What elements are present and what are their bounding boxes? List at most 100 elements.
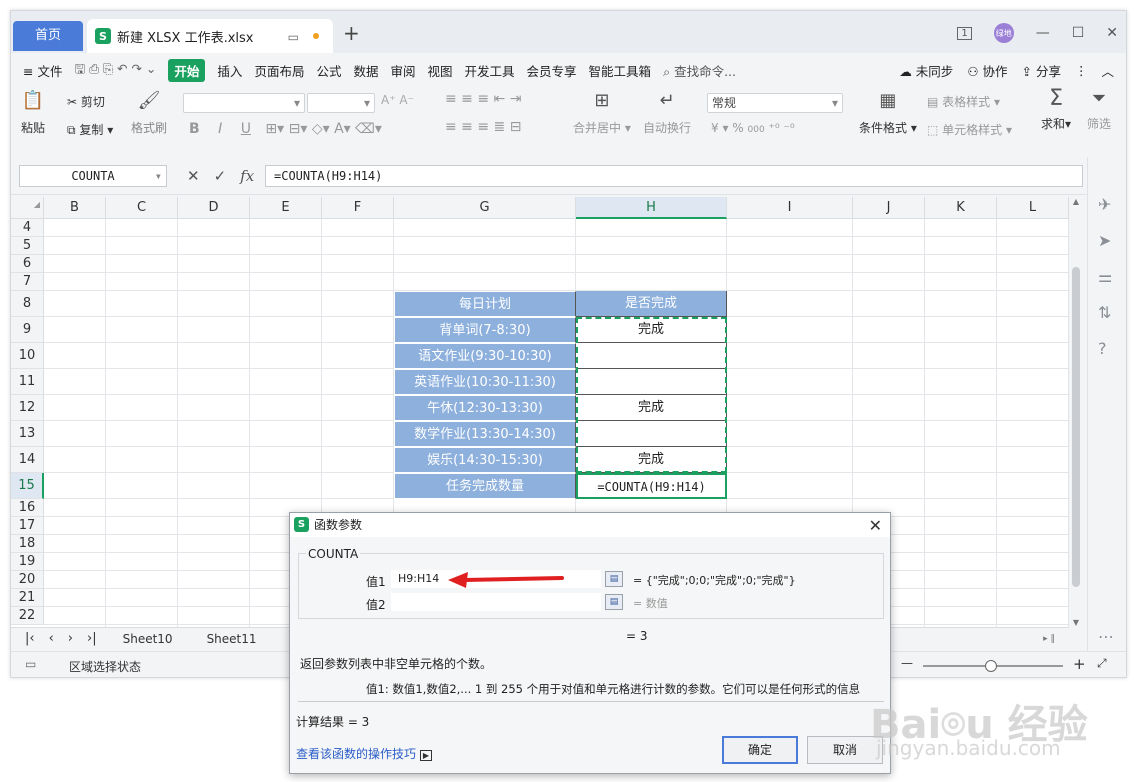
menu-file[interactable]: ≡ 文件 — [23, 61, 62, 80]
sheet-tab-sheet10[interactable]: Sheet10 — [123, 632, 173, 646]
settings-sliders-icon[interactable]: ⚌ — [1098, 267, 1112, 286]
paste-button[interactable]: 📋 粘贴 — [21, 91, 45, 136]
last-sheet-icon[interactable]: ›| — [87, 631, 97, 646]
row-header-21[interactable]: 21 — [11, 589, 44, 607]
sync-button[interactable]: ☁ 未同步 — [899, 61, 953, 80]
cell-g13[interactable]: 数学作业(13:30-14:30) — [394, 421, 576, 447]
hscroll-right-icon[interactable]: ▸ ‖ — [1043, 634, 1055, 644]
zoom-slider[interactable] — [923, 660, 1063, 672]
merge-center-button[interactable]: ⊞ 合并居中 ▾ — [573, 91, 631, 136]
cell-g15-total-label[interactable]: 任务完成数量 — [394, 473, 576, 499]
help-icon[interactable]: ? — [1098, 339, 1107, 358]
transform-icon[interactable]: ⇅ — [1098, 303, 1111, 322]
cell-style-button[interactable]: ⬚ 单元格样式 ▾ — [927, 121, 1012, 138]
column-header-j[interactable]: J — [853, 197, 925, 219]
column-header-l[interactable]: L — [997, 197, 1069, 219]
row-header-7[interactable]: 7 — [11, 273, 44, 291]
column-header-h[interactable]: H — [576, 197, 727, 219]
cursor-icon[interactable]: ➤ — [1098, 231, 1111, 250]
macro-icon[interactable]: ▭ — [25, 657, 36, 671]
fullscreen-icon[interactable]: ⤢ — [1097, 656, 1107, 671]
number-format-select[interactable]: 常规 ▾ — [707, 93, 843, 113]
menu-start[interactable]: 开始 — [168, 58, 206, 82]
user-avatar[interactable]: 绿地 — [993, 23, 1014, 43]
command-search[interactable]: ⌕ 查找命令... — [663, 61, 736, 80]
row-header-17[interactable]: 17 — [11, 517, 44, 535]
font-grow-shrink-icon[interactable]: A⁺ A⁻ — [381, 93, 414, 107]
cell-h12[interactable]: 完成 — [576, 395, 727, 421]
cell-g11[interactable]: 英语作业(10:30-11:30) — [394, 369, 576, 395]
row-header-13[interactable]: 13 — [11, 421, 44, 447]
collapse-ribbon-icon[interactable]: ︿ — [1101, 61, 1114, 80]
arg1-range-picker-icon[interactable]: ▤ — [605, 571, 623, 587]
column-header-c[interactable]: C — [106, 197, 178, 219]
column-header-f[interactable]: F — [322, 197, 394, 219]
column-header-e[interactable]: E — [250, 197, 322, 219]
fx-icon[interactable]: fx — [240, 167, 254, 185]
scroll-up-icon[interactable]: ▲ — [1069, 197, 1083, 206]
row-header-11[interactable]: 11 — [11, 369, 44, 395]
prev-sheet-icon[interactable]: ‹ — [49, 631, 54, 646]
row-header-15[interactable]: 15 — [11, 473, 44, 499]
italic-button[interactable]: I — [218, 121, 222, 137]
zoom-out-icon[interactable]: — — [901, 656, 913, 670]
more-icon[interactable]: ⋮ — [1075, 63, 1088, 78]
row-header-4[interactable]: 4 — [11, 219, 44, 237]
number-format-group[interactable]: ¥ ▾ % 000 ⁺⁰ ⁻⁰ — [711, 121, 795, 135]
align-horizontal-group[interactable]: ≡ ≡ ≡ ≣ ⊟ — [445, 119, 521, 135]
row-header-22[interactable]: 22 — [11, 607, 44, 625]
side-more-icon[interactable]: ⋯ — [1098, 627, 1114, 646]
scroll-down-icon[interactable]: ▼ — [1069, 618, 1083, 627]
menu-smart-tools[interactable]: 智能工具箱 — [589, 61, 652, 80]
tab-document[interactable]: S 新建 XLSX 工作表.xlsx ▭ — [87, 19, 333, 53]
tab-home[interactable]: 首页 — [13, 21, 83, 51]
row-header-5[interactable]: 5 — [11, 237, 44, 255]
zoom-thumb[interactable] — [985, 660, 997, 672]
row-header-12[interactable]: 12 — [11, 395, 44, 421]
menu-view[interactable]: 视图 — [428, 61, 453, 80]
copy-button[interactable]: ⧉ 复制 ▾ — [67, 121, 113, 138]
minimize-icon[interactable]: — — [1036, 25, 1050, 41]
confirm-formula-icon[interactable]: ✓ — [214, 167, 227, 185]
name-box[interactable]: COUNTA ▾ — [19, 165, 167, 187]
menu-formulas[interactable]: 公式 — [316, 61, 341, 80]
sheet-tab-sheet11[interactable]: Sheet11 — [207, 632, 257, 646]
cell-h9[interactable]: 完成 — [576, 317, 727, 343]
font-family-select[interactable]: ▾ — [183, 93, 305, 113]
cell-h8-header[interactable]: 是否完成 — [576, 291, 727, 317]
function-tips-link[interactable]: 查看该函数的操作技巧 ▶ — [296, 745, 432, 762]
filter-button[interactable]: ⏷ 筛选 — [1087, 89, 1111, 132]
row-header-14[interactable]: 14 — [11, 447, 44, 473]
column-header-d[interactable]: D — [178, 197, 250, 219]
underline-button[interactable]: U — [241, 121, 251, 137]
arg2-input[interactable] — [391, 593, 601, 611]
table-style-button[interactable]: ▤ 表格样式 ▾ — [927, 93, 1000, 110]
menu-page-layout[interactable]: 页面布局 — [254, 61, 304, 80]
cell-g10[interactable]: 语文作业(9:30-10:30) — [394, 343, 576, 369]
next-sheet-icon[interactable]: › — [68, 631, 73, 646]
menu-developer[interactable]: 开发工具 — [465, 61, 515, 80]
border-icon[interactable]: ⊞▾ ⊟▾ ◇▾ A▾ ⌫▾ — [265, 121, 382, 137]
cell-h13[interactable] — [576, 421, 727, 447]
select-all-corner[interactable]: ◢ — [11, 197, 44, 219]
dialog-titlebar[interactable]: S 函数参数 ✕ — [290, 513, 890, 537]
save-icon[interactable]: 🖫 ⎙ ⎘ ↶ ↷ ⌄ — [74, 60, 156, 81]
row-header-8[interactable]: 8 — [11, 291, 44, 317]
zoom-in-icon[interactable]: + — [1073, 655, 1086, 673]
maximize-icon[interactable]: ☐ — [1072, 25, 1085, 41]
wrap-text-button[interactable]: ↵ 自动换行 — [643, 91, 691, 136]
ok-button[interactable]: 确定 — [722, 736, 798, 764]
vertical-scrollbar[interactable]: ▲ ▼ — [1069, 197, 1083, 627]
collaborate-button[interactable]: ⚇ 协作 — [967, 61, 1007, 80]
sum-button[interactable]: Σ 求和▾ — [1041, 88, 1071, 132]
formula-input[interactable]: =COUNTA(H9:H14) — [265, 165, 1083, 187]
cell-h14[interactable]: 完成 — [576, 447, 727, 473]
cancel-formula-icon[interactable]: ✕ — [187, 167, 200, 185]
close-window-icon[interactable]: ✕ — [1106, 25, 1118, 41]
row-header-9[interactable]: 9 — [11, 317, 44, 343]
cell-h11[interactable] — [576, 369, 727, 395]
row-header-18[interactable]: 18 — [11, 535, 44, 553]
row-header-10[interactable]: 10 — [11, 343, 44, 369]
window-count-icon[interactable]: 1 — [957, 26, 972, 40]
share-button[interactable]: ⇪ 分享 — [1022, 61, 1061, 80]
